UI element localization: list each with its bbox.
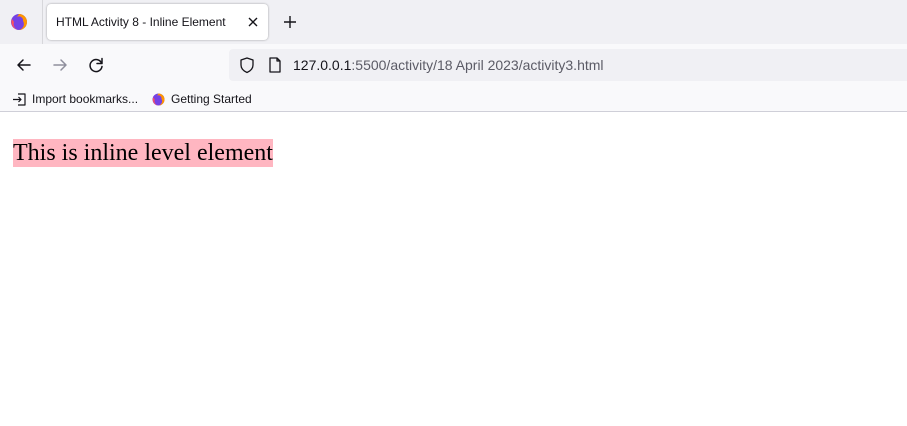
bookmark-getting-started[interactable]: Getting Started bbox=[151, 90, 252, 108]
arrow-left-icon[interactable] bbox=[13, 54, 35, 76]
reload-icon[interactable] bbox=[85, 54, 107, 76]
url-host: 127.0.0.1 bbox=[293, 57, 352, 73]
firefox-icon bbox=[152, 93, 165, 105]
url-text[interactable]: 127.0.0.1:5500/activity/18 April 2023/ac… bbox=[293, 57, 604, 73]
firefox-icon[interactable] bbox=[9, 12, 29, 32]
bookmarks-toolbar: Import bookmarks... Getting Started bbox=[0, 86, 907, 112]
inline-element-text: This is inline level element bbox=[13, 139, 273, 167]
url-path: :5500/activity/18 April 2023/activity3.h… bbox=[351, 57, 604, 73]
navigation-bar: 127.0.0.1:5500/activity/18 April 2023/ac… bbox=[0, 44, 907, 86]
bookmark-label: Getting Started bbox=[171, 92, 252, 106]
shield-icon[interactable] bbox=[238, 56, 256, 74]
bookmark-label: Import bookmarks... bbox=[32, 92, 139, 106]
url-bar[interactable]: 127.0.0.1:5500/activity/18 April 2023/ac… bbox=[229, 49, 907, 81]
plus-icon[interactable] bbox=[280, 12, 300, 32]
bookmark-import[interactable]: Import bookmarks... bbox=[12, 90, 138, 108]
close-icon[interactable] bbox=[244, 13, 262, 31]
tab-title: HTML Activity 8 - Inline Element bbox=[56, 15, 226, 29]
page-icon[interactable] bbox=[267, 56, 283, 74]
active-tab[interactable]: HTML Activity 8 - Inline Element bbox=[47, 4, 268, 40]
import-icon bbox=[13, 92, 26, 106]
tab-separator bbox=[42, 0, 43, 44]
page-content: This is inline level element bbox=[0, 113, 907, 426]
tab-strip: HTML Activity 8 - Inline Element bbox=[0, 0, 907, 44]
arrow-right-icon[interactable] bbox=[49, 54, 71, 76]
